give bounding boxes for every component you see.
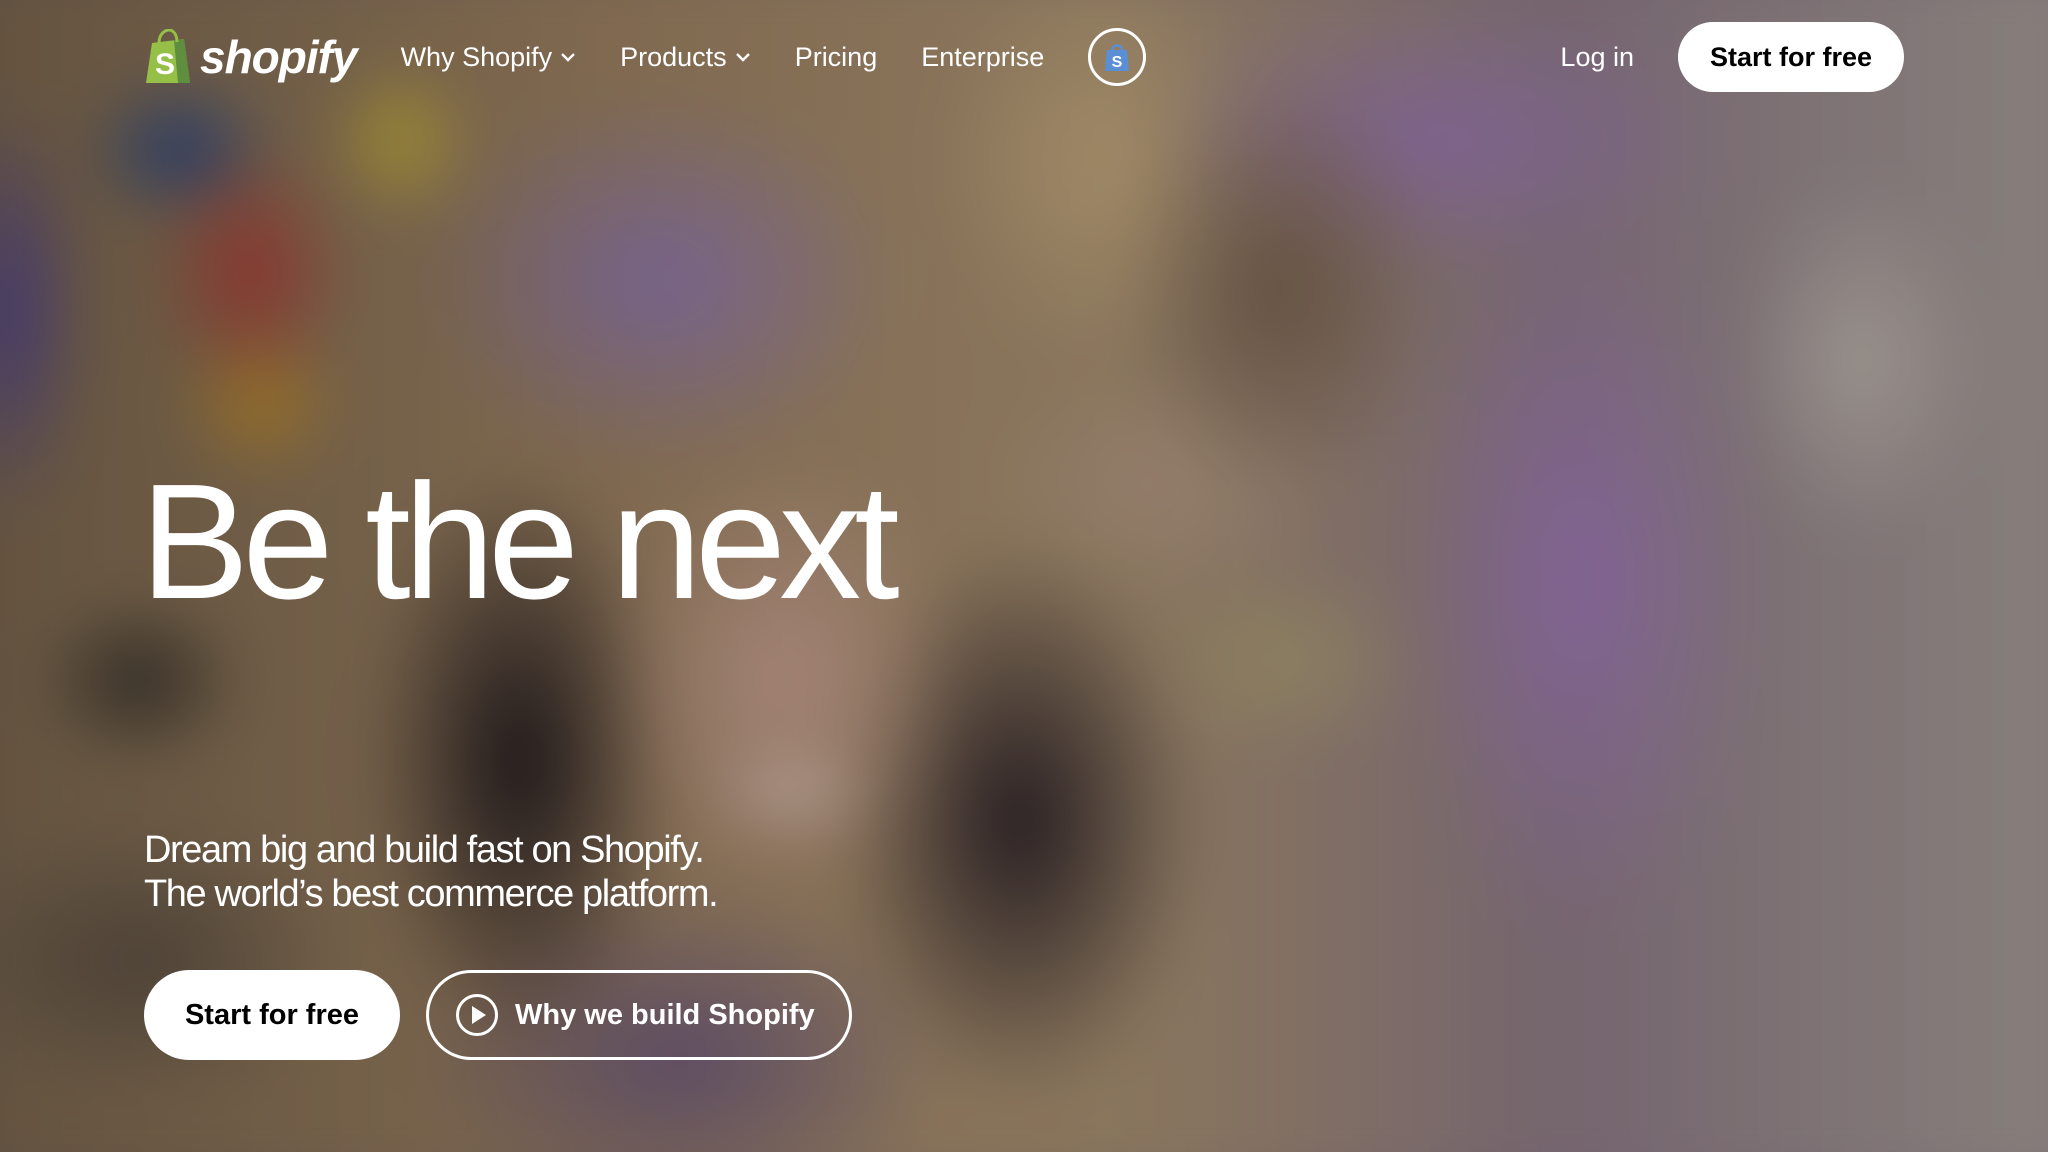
- hero-subline-1: Dream big and build fast on Shopify.: [144, 829, 705, 871]
- why-we-build-button[interactable]: Why we build Shopify: [426, 970, 852, 1060]
- nav-products[interactable]: Products: [620, 22, 751, 92]
- nav-why-shopify[interactable]: Why Shopify: [401, 22, 577, 92]
- play-icon: [456, 994, 498, 1036]
- nav-left: S shopify Why Shopify Products Pricing E…: [144, 22, 1147, 92]
- shopify-bag-icon: S: [146, 29, 190, 83]
- nav-why-shopify-label: Why Shopify: [400, 41, 553, 72]
- nav-pricing[interactable]: Pricing: [795, 22, 878, 92]
- chevron-down-icon: [561, 53, 575, 62]
- hero-start-free-button[interactable]: Start for free: [144, 970, 400, 1060]
- why-we-build-label: Why we build Shopify: [515, 998, 815, 1031]
- site-header: S shopify Why Shopify Products Pricing E…: [144, 22, 1904, 92]
- hero-subline-2: The world’s best commerce platform.: [144, 873, 719, 915]
- shop-app-button[interactable]: S: [1088, 28, 1147, 86]
- chevron-down-icon: [735, 53, 750, 62]
- nav-products-label: Products: [620, 41, 727, 72]
- hero-headline: Be the next: [140, 450, 900, 633]
- logo-wordmark: shopify: [200, 31, 358, 83]
- hero-subheadline: Dream big and build fast on Shopify. The…: [144, 828, 719, 916]
- svg-text:S: S: [155, 48, 175, 81]
- login-link[interactable]: Log in: [1560, 42, 1634, 73]
- shop-app-icon: S: [1105, 44, 1130, 71]
- header-start-free-button[interactable]: Start for free: [1678, 22, 1904, 92]
- nav-right: Log in Start for free: [1560, 22, 1904, 92]
- nav-enterprise[interactable]: Enterprise: [921, 22, 1044, 92]
- hero-section: S shopify Why Shopify Products Pricing E…: [0, 0, 2048, 1152]
- nav-pricing-label: Pricing: [794, 41, 878, 72]
- shopify-logo[interactable]: S shopify: [144, 29, 358, 85]
- nav-enterprise-label: Enterprise: [921, 41, 1045, 72]
- hero-cta-row: Start for free Why we build Shopify: [144, 970, 852, 1060]
- svg-text:S: S: [1112, 54, 1123, 71]
